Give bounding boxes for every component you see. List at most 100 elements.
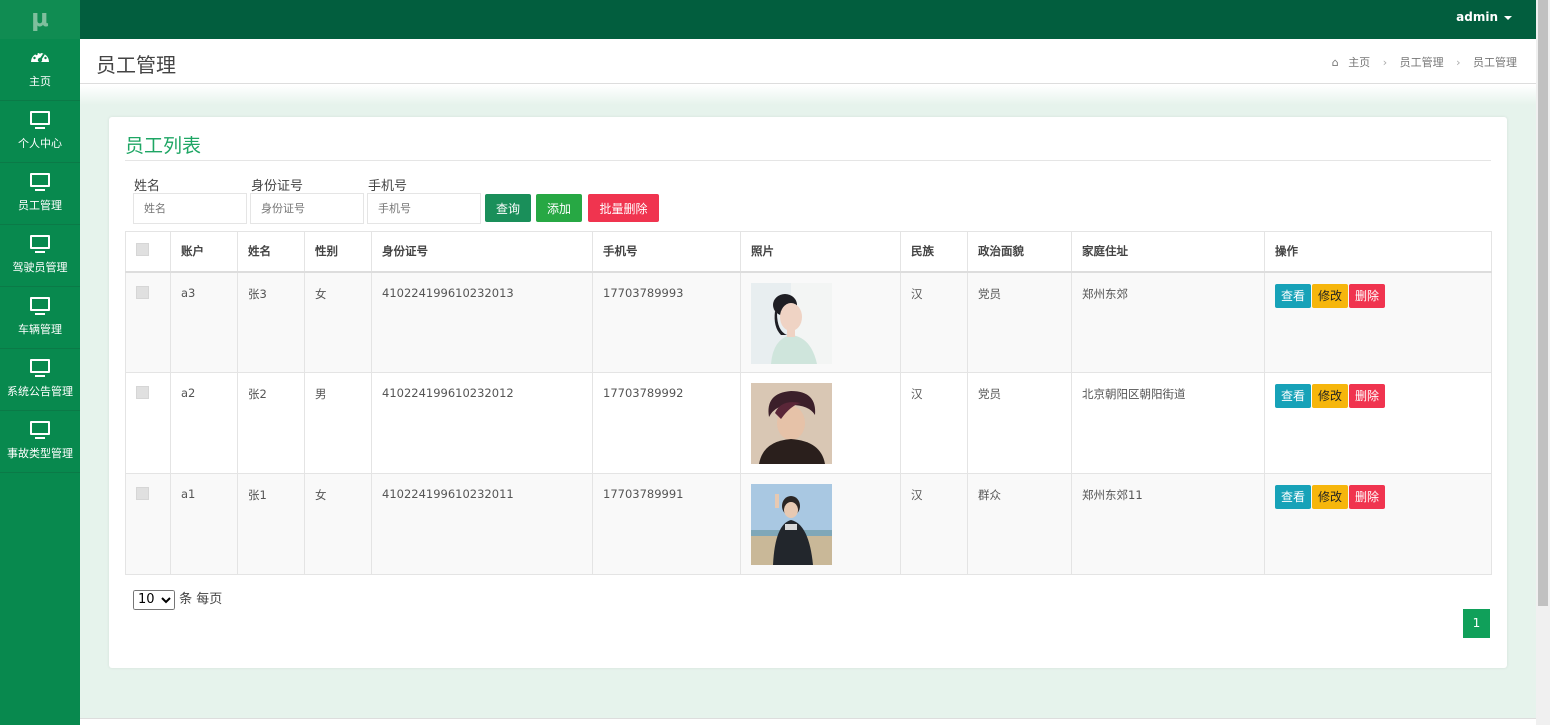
gender-cell: 女 — [304, 271, 372, 373]
row-checkbox[interactable] — [136, 285, 149, 299]
monitor-icon — [30, 421, 50, 439]
panel-title: 员工列表 — [125, 135, 202, 157]
page-header: 员工管理 ⌂ 主页 › 员工管理 › 员工管理 — [80, 39, 1536, 84]
actions-cell: 查看 修改 删除 — [1264, 372, 1492, 474]
edit-button[interactable]: 修改 — [1312, 384, 1349, 408]
breadcrumb-home[interactable]: 主页 — [1348, 56, 1370, 69]
batch-delete-button[interactable]: 批量删除 — [588, 194, 659, 222]
home-icon: ⌂ — [1331, 56, 1339, 69]
breadcrumb-current: 员工管理 — [1473, 56, 1517, 69]
delete-button[interactable]: 删除 — [1349, 485, 1386, 509]
row-checkbox[interactable] — [136, 487, 149, 500]
top-bar: μ admin — [0, 0, 1536, 39]
edit-button[interactable]: 修改 — [1312, 283, 1349, 308]
column-header: 手机号 — [592, 231, 741, 273]
view-button[interactable]: 查看 — [1275, 283, 1312, 308]
sidebar-item-accident-types[interactable]: 事故类型管理 — [0, 411, 80, 473]
id-filter-label: 身份证号 — [251, 179, 304, 194]
monitor-icon — [30, 297, 50, 315]
row-checkbox[interactable] — [136, 386, 149, 399]
sidebar-item-label: 车辆管理 — [18, 323, 62, 336]
page-size-select[interactable]: 10 — [133, 589, 175, 610]
view-button[interactable]: 查看 — [1275, 485, 1312, 509]
employee-photo — [751, 282, 832, 364]
political-status-cell: 党员 — [967, 372, 1072, 474]
user-menu[interactable]: admin — [1456, 10, 1512, 24]
chevron-right-icon: › — [1382, 56, 1388, 69]
account-cell: a2 — [170, 372, 238, 474]
id-number-cell: 410224199610232011 — [371, 473, 593, 575]
breadcrumb-item[interactable]: 员工管理 — [1400, 56, 1444, 69]
employee-photo — [751, 383, 832, 464]
dashboard-icon — [31, 51, 49, 63]
sidebar-item-employees[interactable]: 员工管理 — [0, 163, 80, 225]
monitor-icon — [30, 173, 50, 191]
political-status-cell: 群众 — [967, 473, 1072, 575]
page-button-current[interactable]: 1 — [1463, 609, 1490, 638]
political-status-cell: 党员 — [967, 271, 1072, 373]
table-header-row: 账户 姓名 性别 身份证号 手机号 照片 民族 政治面貌 家庭住址 操作 — [125, 231, 1492, 273]
phone-filter-label: 手机号 — [368, 179, 408, 194]
address-cell: 郑州东郊 — [1071, 271, 1265, 373]
page-title: 员工管理 — [96, 53, 176, 77]
account-cell: a1 — [170, 473, 238, 575]
add-button[interactable]: 添加 — [536, 194, 582, 222]
column-header: 家庭住址 — [1071, 231, 1265, 273]
name-search-input[interactable] — [133, 193, 247, 224]
photo-cell — [740, 271, 901, 373]
name-cell: 张3 — [237, 271, 305, 373]
caret-down-icon — [1504, 15, 1512, 20]
actions-cell: 查看 修改 删除 — [1264, 473, 1492, 575]
chevron-right-icon: › — [1456, 56, 1461, 69]
content-fade — [80, 85, 1536, 105]
id-number-cell: 410224199610232012 — [371, 372, 593, 474]
employee-table: 账户 姓名 性别 身份证号 手机号 照片 民族 政治面貌 家庭住址 操作 a3 … — [125, 231, 1492, 575]
row-select-cell — [125, 473, 171, 575]
delete-button[interactable]: 删除 — [1349, 283, 1386, 308]
phone-cell: 17703789993 — [592, 271, 741, 373]
sidebar-item-label: 系统公告管理 — [7, 385, 73, 398]
actions-cell: 查看 修改 删除 — [1264, 271, 1492, 373]
column-header: 照片 — [740, 231, 901, 273]
sidebar-item-label: 驾驶员管理 — [12, 261, 68, 274]
sidebar-item-label: 事故类型管理 — [7, 447, 73, 460]
table-row: a3 张3 女 410224199610232013 17703789993 汉… — [125, 271, 1492, 373]
monitor-icon — [30, 235, 50, 253]
sidebar-item-drivers[interactable]: 驾驶员管理 — [0, 225, 80, 287]
phone-cell: 17703789991 — [592, 473, 741, 575]
sidebar-item-home[interactable]: 主页 — [0, 39, 80, 101]
edit-button[interactable]: 修改 — [1312, 485, 1349, 509]
employee-photo — [751, 484, 832, 565]
photo-cell — [740, 473, 901, 575]
ethnicity-cell: 汉 — [900, 372, 968, 474]
query-button[interactable]: 查询 — [485, 194, 531, 222]
view-button[interactable]: 查看 — [1275, 384, 1312, 408]
sidebar-item-profile[interactable]: 个人中心 — [0, 101, 80, 163]
select-all-checkbox[interactable] — [136, 243, 149, 257]
ethnicity-cell: 汉 — [900, 271, 968, 373]
delete-button[interactable]: 删除 — [1349, 384, 1386, 408]
sidebar-item-label: 个人中心 — [18, 137, 62, 150]
breadcrumb: ⌂ 主页 › 员工管理 › 员工管理 — [1329, 54, 1520, 70]
sidebar-item-announcements[interactable]: 系统公告管理 — [0, 349, 80, 411]
table-row: a1 张1 女 410224199610232011 17703789991 汉… — [125, 473, 1492, 575]
table-row: a2 张2 男 410224199610232012 17703789992 汉… — [125, 372, 1492, 474]
photo-cell — [740, 372, 901, 474]
page-size-control: 10 条 每页 — [133, 588, 222, 610]
phone-search-input[interactable] — [367, 193, 481, 224]
sidebar-item-vehicles[interactable]: 车辆管理 — [0, 287, 80, 349]
account-cell: a3 — [170, 271, 238, 373]
column-header: 身份证号 — [371, 231, 593, 273]
sidebar-item-label: 员工管理 — [18, 199, 62, 212]
row-select-cell — [125, 372, 171, 474]
id-number-search-input[interactable] — [250, 193, 364, 224]
name-cell: 张2 — [237, 372, 305, 474]
app-logo[interactable]: μ — [0, 0, 80, 39]
id-number-cell: 410224199610232013 — [371, 271, 593, 373]
employee-list-panel: 员工列表 姓名 身份证号 手机号 查询 添加 批量删除 账户 姓名 性别 身份证… — [109, 117, 1507, 668]
row-select-cell — [125, 271, 171, 373]
page-size-suffix: 条 每页 — [179, 592, 223, 607]
footer — [80, 718, 1536, 725]
scrollbar-thumb[interactable] — [1538, 0, 1548, 606]
select-all-cell — [125, 231, 171, 273]
